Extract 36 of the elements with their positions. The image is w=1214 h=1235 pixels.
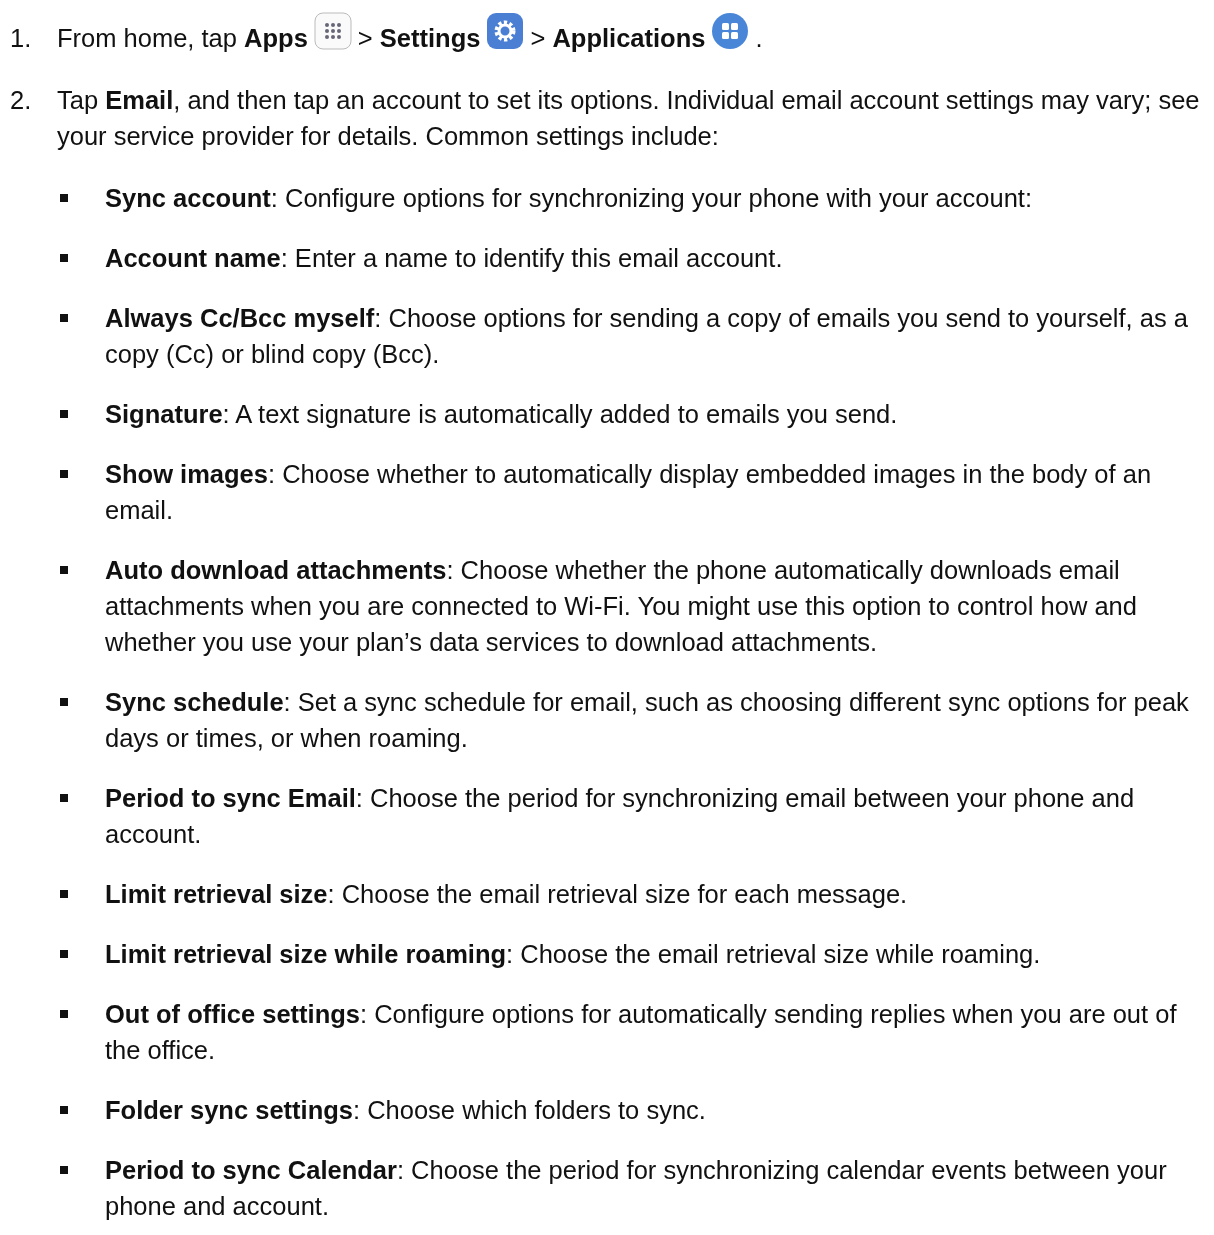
step-text: . bbox=[755, 23, 763, 54]
bullet-text: Sync account: Configure options for synchronizing your phone with your account: bbox=[105, 183, 1033, 214]
step-text: From home, tap Apps bbox=[57, 23, 308, 54]
bullet-icon bbox=[60, 698, 68, 706]
bullet-icon bbox=[60, 410, 68, 418]
bullet-icon bbox=[60, 314, 68, 322]
bullet-icon bbox=[60, 254, 68, 262]
bullet-text: Folder sync settings: Choose which folders to sync. bbox=[105, 1095, 707, 1126]
step-number: 1. bbox=[10, 23, 33, 54]
step-number: 2. bbox=[10, 85, 33, 116]
bullet-icon bbox=[60, 1106, 68, 1114]
tiles-icon bbox=[711, 12, 750, 50]
bullet-icon bbox=[60, 794, 68, 802]
bullet-icon bbox=[60, 1166, 68, 1174]
bullet-text: Limit retrieval size while roaming: Choose the email retrieval size while roaming. bbox=[105, 939, 1042, 970]
bullet-icon bbox=[60, 1010, 68, 1018]
bullet-text: Sync schedule: Set a sync schedule for email, such as choosing different sync options for peak days or times, or when roaming. bbox=[105, 687, 1190, 754]
bullet-text: Always Cc/Bcc myself: Choose options for sending a copy of emails you send to yourself, as a copy (Cc) or blind copy (Bcc). bbox=[105, 303, 1189, 370]
bullet-icon bbox=[60, 194, 68, 202]
bullet-text: Limit retrieval size: Choose the email retrieval size for each message. bbox=[105, 879, 909, 910]
settings-icon bbox=[486, 12, 525, 50]
bullet-text: Auto download attachments: Choose whether the phone automatically downloads email attachments when you are connected to Wi-Fi. You might use this option to control how and whether you use your plan’s data services to download attachments. bbox=[105, 555, 1138, 658]
bullet-icon bbox=[60, 566, 68, 574]
bullet-text: Period to sync Calendar: Choose the period for synchronizing calendar events between your phone and account. bbox=[105, 1155, 1168, 1222]
app-grid-icon bbox=[313, 12, 352, 50]
bullet-icon bbox=[60, 890, 68, 898]
bullet-text: Signature: A text signature is automatically added to emails you send. bbox=[105, 399, 899, 430]
bullet-text: Period to sync Email: Choose the period for synchronizing email between your phone and account. bbox=[105, 783, 1136, 850]
step-text: Tap Email, and then tap an account to set its options. Individual email account settings may vary; see your service provider for details. Common settings include: bbox=[57, 85, 1201, 152]
bullet-text: Show images: Choose whether to automatically display embedded images in the body of an email. bbox=[105, 459, 1153, 526]
step-text: > Settings bbox=[357, 23, 481, 54]
bullet-text: Account name: Enter a name to identify this email account. bbox=[105, 243, 784, 274]
bullet-icon bbox=[60, 470, 68, 478]
bullet-icon bbox=[60, 950, 68, 958]
bullet-text: Out of office settings: Configure options for automatically sending replies when you are out of the office. bbox=[105, 999, 1178, 1066]
step-text: > Applications bbox=[530, 23, 706, 54]
